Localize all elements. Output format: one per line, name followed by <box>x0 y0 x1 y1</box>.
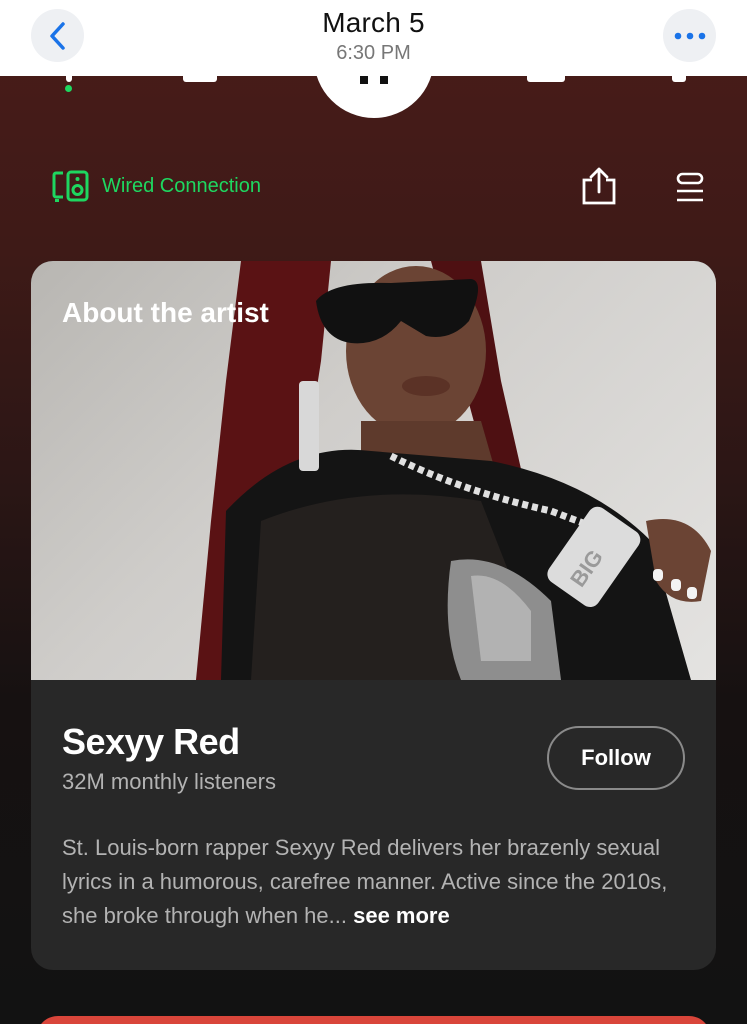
share-icon <box>582 167 616 205</box>
shuffle-active-dot <box>65 85 72 92</box>
artist-bio: St. Louis-born rapper Sexyy Red delivers… <box>62 831 692 933</box>
follow-button[interactable]: Follow <box>547 726 685 790</box>
about-artist-heading: About the artist <box>62 297 269 328</box>
next-card-peek <box>36 1016 711 1024</box>
see-more-link[interactable]: see more <box>353 903 450 928</box>
artist-name[interactable]: Sexyy Red <box>62 721 240 763</box>
header-title: March 5 <box>322 7 425 38</box>
queue-button[interactable] <box>674 172 706 209</box>
repeat-icon[interactable] <box>672 76 686 82</box>
shuffle-icon[interactable] <box>66 76 72 82</box>
more-options-button[interactable] <box>663 9 716 62</box>
speaker-device-icon <box>52 170 89 202</box>
previous-track-icon[interactable] <box>183 76 217 82</box>
next-track-icon[interactable] <box>527 76 565 82</box>
share-button[interactable] <box>580 166 618 211</box>
monthly-listeners: 32M monthly listeners <box>62 769 276 794</box>
connection-indicator[interactable]: Wired Connection <box>52 170 261 202</box>
header-subtitle: 6:30 PM <box>336 42 411 64</box>
top-header: March 5 6:30 PM <box>0 0 747 76</box>
about-artist-card[interactable]: BIG About the artist Sexyy Red 32M month… <box>31 261 716 970</box>
more-dots-icon <box>674 32 705 39</box>
connection-label: Wired Connection <box>102 174 261 197</box>
queue-icon <box>676 172 704 202</box>
